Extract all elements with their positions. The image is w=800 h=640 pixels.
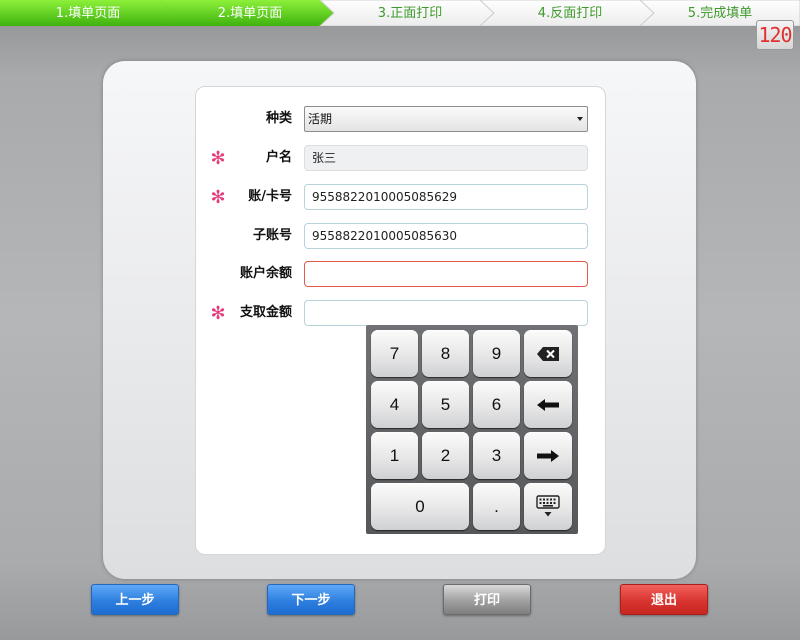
key-4[interactable]: 4: [371, 381, 418, 428]
countdown-timer: 120: [756, 20, 794, 50]
backspace-key[interactable]: [524, 330, 572, 377]
next-step-button[interactable]: 下一步: [267, 584, 355, 615]
name-field: 张三: [304, 145, 588, 171]
type-label: 种类: [265, 111, 292, 126]
cursor-left-key[interactable]: [524, 381, 572, 428]
name-label: 户名: [265, 150, 292, 165]
key-2[interactable]: 2: [422, 432, 469, 479]
type-select[interactable]: 活期: [304, 106, 588, 132]
backspace-icon: [537, 346, 559, 361]
key-8[interactable]: 8: [422, 330, 469, 377]
account-label: 账/卡号: [248, 189, 292, 204]
numeric-keypad: 7 8 9 4 5 6 1 2 3 0 .: [366, 325, 578, 534]
subaccount-label: 子账号: [252, 228, 292, 243]
step-4-label: 4.反面打印: [537, 6, 603, 21]
key-5[interactable]: 5: [422, 381, 469, 428]
hide-keypad-key[interactable]: [524, 483, 572, 530]
exit-button[interactable]: 退出: [620, 584, 708, 615]
key-3[interactable]: 3: [473, 432, 520, 479]
withdraw-label: 支取金额: [239, 305, 292, 320]
account-field[interactable]: 9558822010005085629: [304, 184, 588, 210]
balance-label: 账户余额: [239, 266, 292, 281]
key-7[interactable]: 7: [371, 330, 418, 377]
cursor-right-key[interactable]: [524, 432, 572, 479]
print-button[interactable]: 打印: [443, 584, 531, 615]
balance-field[interactable]: [304, 261, 588, 287]
key-decimal[interactable]: .: [473, 483, 520, 530]
step-3-label: 3.正面打印: [377, 6, 443, 21]
progress-steps: 1.填单页面 2.填单页面 3.正面打印 4.反面打印 5.完成填单: [0, 0, 800, 26]
prev-step-button[interactable]: 上一步: [91, 584, 179, 615]
chevron-down-icon: [577, 117, 583, 121]
step-2-label: 2.填单页面: [217, 6, 283, 21]
keyboard-hide-icon: [536, 494, 560, 516]
type-select-value: 活期: [308, 112, 333, 126]
key-6[interactable]: 6: [473, 381, 520, 428]
step-1-label: 1.填单页面: [55, 6, 121, 21]
arrow-left-icon: [537, 398, 559, 411]
key-0[interactable]: 0: [371, 483, 469, 530]
subaccount-field[interactable]: 9558822010005085630: [304, 223, 588, 249]
key-9[interactable]: 9: [473, 330, 520, 377]
key-1[interactable]: 1: [371, 432, 418, 479]
withdraw-amount-field[interactable]: [304, 300, 588, 326]
arrow-right-icon: [537, 449, 559, 462]
